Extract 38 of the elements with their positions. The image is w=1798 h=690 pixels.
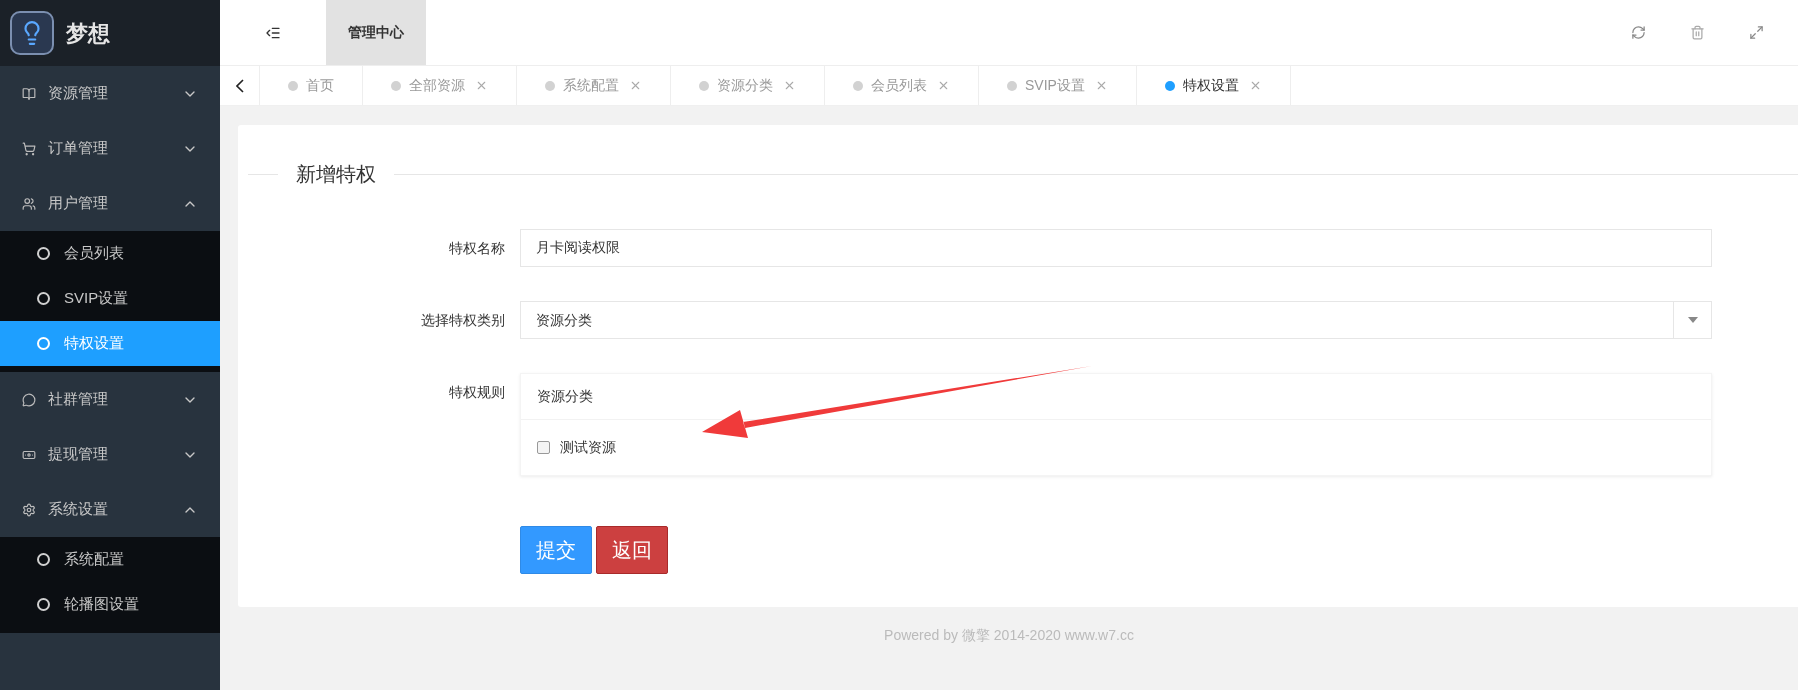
panel-header: 资源分类 bbox=[537, 387, 593, 406]
refresh-icon bbox=[1631, 25, 1646, 40]
submenu-item[interactable]: SVIP设置 bbox=[0, 276, 220, 321]
dropdown-caret-icon bbox=[1687, 317, 1698, 323]
back-button[interactable]: 返回 bbox=[596, 526, 668, 574]
settings-icon bbox=[22, 502, 36, 517]
brand-name: 梦想 bbox=[66, 19, 110, 48]
form-legend: 新增特权 bbox=[278, 159, 394, 189]
chevron-left-icon bbox=[235, 78, 244, 93]
checkbox[interactable] bbox=[537, 441, 550, 454]
close-icon bbox=[783, 79, 796, 92]
close-icon bbox=[475, 79, 488, 92]
sidebar-menu-item[interactable]: 提现管理 bbox=[0, 427, 220, 482]
users-icon bbox=[22, 196, 36, 211]
sidebar-menu-item[interactable]: 订单管理 bbox=[0, 121, 220, 176]
submenu-item[interactable]: 系统配置 bbox=[0, 537, 220, 582]
sidebar-menu-item[interactable]: 系统设置 bbox=[0, 482, 220, 537]
checkbox-label: 测试资源 bbox=[560, 438, 616, 457]
close-icon bbox=[937, 79, 950, 92]
submenu-item[interactable]: 轮播图设置 bbox=[0, 582, 220, 627]
chat-icon bbox=[22, 392, 36, 407]
category-select[interactable]: 资源分类 bbox=[520, 301, 1712, 339]
field-label: 特权名称 bbox=[448, 238, 506, 258]
name-input-field[interactable]: 月卡阅读权限 bbox=[520, 229, 1712, 267]
fullscreen-icon bbox=[1749, 25, 1764, 40]
trash-icon bbox=[1690, 25, 1705, 40]
page-tab[interactable]: 特权设置 bbox=[1136, 66, 1291, 105]
close-icon bbox=[629, 79, 642, 92]
cart-icon bbox=[22, 141, 36, 156]
field-label: 特权规则 bbox=[448, 383, 506, 402]
field-label: 选择特权类别 bbox=[420, 310, 506, 330]
sidebar-menu-item[interactable]: 资源管理 bbox=[0, 66, 220, 121]
top-bar-tab[interactable]: 管理中心 bbox=[326, 0, 426, 65]
lightbulb-logo-icon bbox=[10, 11, 54, 55]
submenu-item[interactable]: 会员列表 bbox=[0, 231, 220, 276]
sidebar-menu-item[interactable]: 用户管理 bbox=[0, 176, 220, 231]
book-icon bbox=[22, 86, 36, 101]
sidebar-menu-item[interactable]: 社群管理 bbox=[0, 372, 220, 427]
